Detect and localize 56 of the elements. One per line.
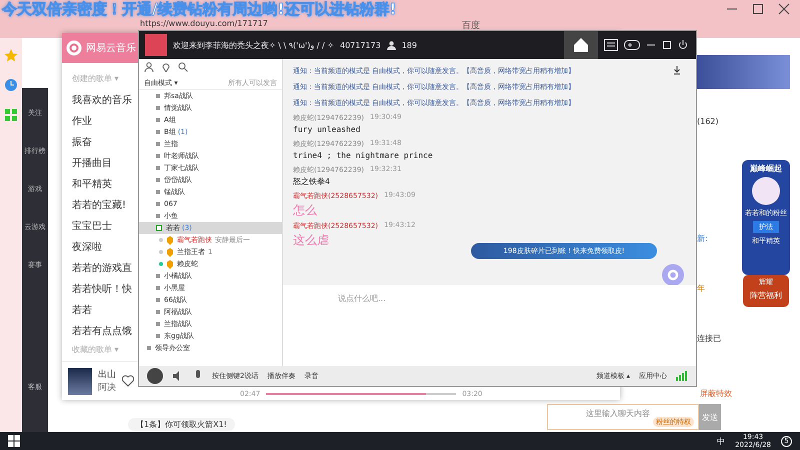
page-text: 连接已 (697, 333, 721, 344)
avatar-placeholder (145, 34, 167, 56)
logo-icon (66, 40, 82, 56)
app-title: 网易云音乐 (86, 42, 136, 55)
star-icon[interactable] (4, 48, 18, 62)
playlist-item[interactable]: 宝宝巴士 (72, 216, 112, 237)
banner-text: 阵营福利 (750, 290, 782, 301)
heart-icon[interactable] (122, 375, 134, 387)
playlist-item[interactable]: 若若的游戏直 (72, 258, 132, 279)
search-icon[interactable] (178, 62, 188, 72)
windows-icon[interactable] (8, 435, 20, 447)
message-text: 怎么 (293, 202, 318, 219)
playlist-item[interactable]: 振奋 (72, 132, 92, 153)
close-icon[interactable] (778, 3, 790, 15)
maximize-icon[interactable] (752, 3, 764, 15)
playlist-item[interactable]: 我喜欢的音乐 (72, 90, 132, 111)
location-icon[interactable] (161, 62, 171, 72)
power-icon[interactable] (678, 40, 688, 50)
block-effects-toggle[interactable]: 屏蔽特效 (700, 388, 732, 399)
user-icon[interactable] (144, 62, 154, 72)
address-bar[interactable]: https://www.douyu.com/171717 (140, 19, 268, 29)
online-count: 189 (402, 40, 417, 50)
album-cover (68, 368, 92, 394)
playlist-item[interactable]: 夜深啦 (72, 237, 102, 258)
playlist-item[interactable]: 若若 (72, 300, 92, 321)
channel-id: 40717173 (340, 40, 381, 50)
message-text: fury unleashed (293, 124, 362, 136)
signal-icon (676, 371, 688, 381)
channel-title: 欢迎来到李菲海的秃头之夜✧ \ \ ٩('ω')و / / ✧ (173, 40, 334, 50)
home-icon[interactable] (564, 31, 598, 59)
message-text: 这么虐 (293, 232, 330, 249)
avatar-placeholder (147, 368, 163, 384)
page-text: 新: (697, 233, 708, 244)
message-text: 怒之铁拳4 (293, 176, 331, 188)
list-icon[interactable] (604, 39, 618, 51)
download-icon[interactable] (672, 65, 682, 75)
banner-title: 巅峰崛起 (750, 163, 782, 174)
page-text: 年 (697, 283, 705, 294)
artist-name[interactable]: 阿决 (98, 381, 116, 394)
playlist-item[interactable]: 和平精英 (72, 174, 112, 195)
notice-text: 【1条】你可领取火箭X1! (128, 418, 235, 431)
badge-circle (752, 177, 780, 205)
playlist-item[interactable]: 若若快听！快 (72, 279, 132, 300)
fans-count: (162) (697, 117, 719, 126)
gamepad-icon[interactable] (624, 39, 640, 51)
playlist-item[interactable]: 开播曲目 (72, 153, 112, 174)
playlist-item[interactable]: 若若的宝藏! (72, 195, 126, 216)
message-text: trine4 ; the nightmare prince (293, 150, 434, 162)
user-icon (386, 40, 396, 50)
playlist-item[interactable]: 若若有点点饿 (72, 321, 132, 342)
clock-icon[interactable] (4, 78, 18, 92)
song-title: 出山 (98, 368, 116, 381)
ime-indicator[interactable]: 中 (717, 436, 726, 446)
playlist-item[interactable]: 作业 (72, 111, 92, 132)
stream-overlay-text: 今天双倍亲密度！开通/续费钻粉有周边哟!还可以进钻粉群! (2, 0, 396, 18)
bookmark-link[interactable]: 百度 (462, 19, 480, 32)
